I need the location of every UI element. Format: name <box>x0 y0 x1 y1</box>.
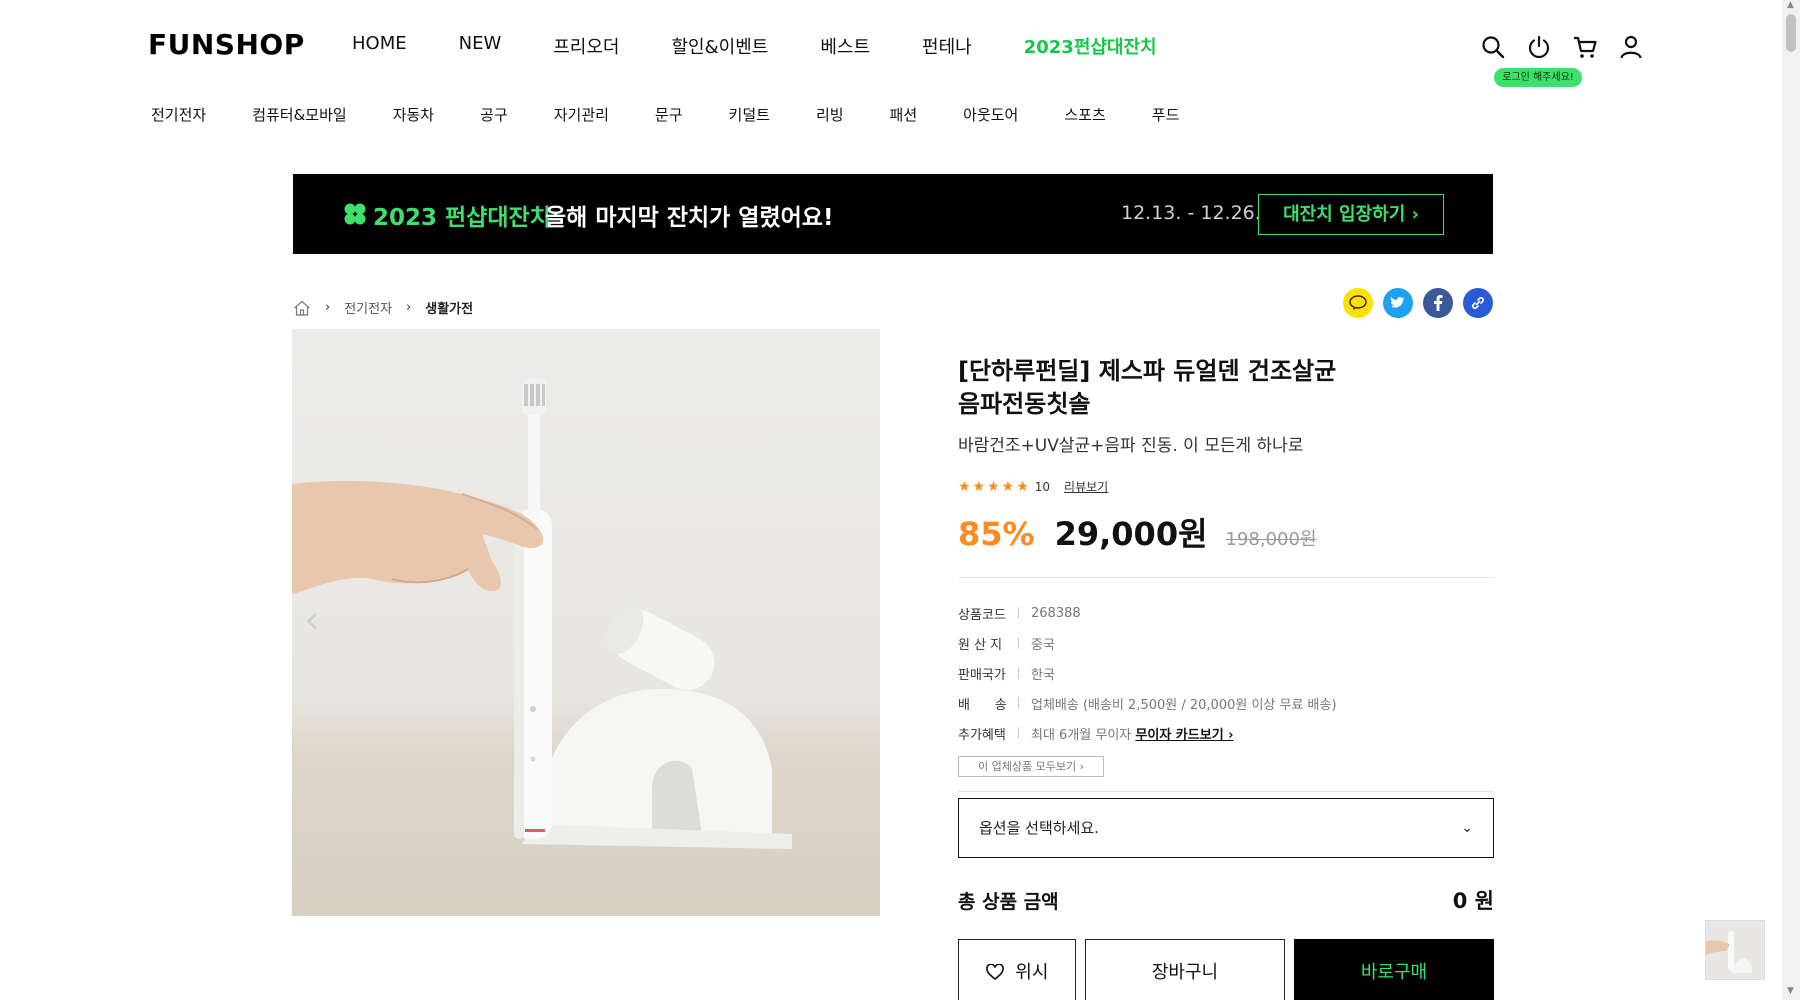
spec-row: 상품코드 268388 <box>958 598 1494 628</box>
breadcrumb-category[interactable]: 전기전자 <box>344 298 392 317</box>
spec-key: 추가혜택 <box>958 727 1006 743</box>
spec-value: 한국 <box>1031 667 1055 683</box>
power-icon[interactable] <box>1526 34 1552 60</box>
wish-label: 위시 <box>1015 962 1049 983</box>
product-subtitle: 바람건조+UV살균+음파 진동. 이 모든게 하나로 <box>958 436 1304 456</box>
category-fashion[interactable]: 패션 <box>890 104 918 125</box>
option-select[interactable]: 옵션을 선택하세요. ⌄ <box>958 798 1494 858</box>
spec-value: 중국 <box>1031 637 1055 653</box>
review-count: 10 <box>1034 479 1051 494</box>
purchase-buttons: 위시 장바구니 바로구매 <box>958 939 1494 1000</box>
discount-rate: 85% <box>958 515 1035 553</box>
breadcrumb-current[interactable]: 생활가전 <box>425 298 473 317</box>
product-title-line1: [단하루펀딜] 제스파 듀얼덴 건조살균 <box>958 357 1337 385</box>
nav-item-funtenna[interactable]: 펀테나 <box>922 33 972 59</box>
toothbrush-photo <box>292 379 792 849</box>
spec-key: 배 송 <box>958 697 1007 713</box>
heart-icon <box>985 963 1004 981</box>
festival-banner[interactable]: 2023 펀샵대잔치 올해 마지막 잔치가 열렸어요! 12.13. - 12.… <box>293 174 1493 254</box>
login-tooltip[interactable]: 로그인 해주세요! <box>1494 68 1582 87</box>
wish-button[interactable]: 위시 <box>958 939 1076 1000</box>
spec-value: 268388 <box>1031 605 1081 621</box>
share-buttons <box>1343 288 1493 318</box>
category-food[interactable]: 푸드 <box>1152 104 1180 125</box>
category-sports[interactable]: 스포츠 <box>1064 104 1105 125</box>
spec-key: 원 산 지 <box>958 637 1003 653</box>
chevron-right-icon: › <box>406 300 412 315</box>
option-placeholder: 옵션을 선택하세요. <box>979 819 1099 837</box>
total-label: 총 상품 금액 <box>958 890 1059 913</box>
twitter-icon[interactable] <box>1383 288 1413 318</box>
facebook-icon[interactable] <box>1423 288 1453 318</box>
nav-item-sale-event[interactable]: 할인&이벤트 <box>672 33 769 59</box>
nav-item-new[interactable]: NEW <box>459 33 502 59</box>
page-scrollbar[interactable]: ▲ ▼ <box>1782 0 1800 1000</box>
banner-enter-button[interactable]: 대잔치 입장하기 › <box>1258 194 1444 235</box>
category-living[interactable]: 리빙 <box>816 104 844 125</box>
home-icon[interactable] <box>293 300 311 316</box>
kakaotalk-icon[interactable] <box>1343 288 1373 318</box>
spec-value-text: 최대 6개월 무이자 <box>1031 727 1132 743</box>
search-icon[interactable] <box>1480 34 1506 60</box>
card-benefit-link[interactable]: 무이자 카드보기 › <box>1135 728 1233 743</box>
product-title: [단하루펀딜] 제스파 듀얼덴 건조살균 음파전동칫솔 <box>958 355 1494 421</box>
spec-key: 상품코드 <box>958 607 1006 623</box>
scroll-up-arrow[interactable]: ▲ <box>1787 0 1794 10</box>
banner-subtitle: 올해 마지막 잔치가 열렸어요! <box>545 205 834 231</box>
category-stationery[interactable]: 문구 <box>655 104 683 125</box>
spec-row: 추가혜택 최대 6개월 무이자 무이자 카드보기 › <box>958 718 1494 748</box>
category-car[interactable]: 자동차 <box>393 104 434 125</box>
price-row: 85% 29,000원 198,000원 <box>958 509 1494 555</box>
original-price: 198,000원 <box>1225 529 1317 550</box>
spec-row: 판매국가 한국 <box>958 658 1494 688</box>
nav-item-preorder[interactable]: 프리오더 <box>553 33 619 59</box>
breadcrumb: › 전기전자 › 생활가전 <box>293 298 473 317</box>
utility-icons <box>1480 34 1644 60</box>
funshop-logo[interactable]: FUNSHOP <box>148 28 305 61</box>
clover-icon <box>344 203 366 225</box>
scroll-down-arrow[interactable]: ▼ <box>1787 986 1794 996</box>
buy-now-button[interactable]: 바로구매 <box>1294 939 1494 1000</box>
spec-list: 상품코드 268388 원 산 지 중국 판매국가 한국 배 송 업체배송 (배… <box>958 598 1494 748</box>
product-title-line2: 음파전동칫솔 <box>958 390 1091 418</box>
recent-product-thumbnail[interactable] <box>1705 920 1765 980</box>
chevron-down-icon: ⌄ <box>1461 820 1473 836</box>
spec-value: 업체배송 (배송비 2,500원 / 20,000원 이상 무료 배송) <box>1031 697 1337 713</box>
spec-row: 원 산 지 중국 <box>958 628 1494 658</box>
seller-products-button[interactable]: 이 업체상품 모두보기 › <box>958 756 1104 777</box>
main-nav: HOME NEW 프리오더 할인&이벤트 베스트 펀테나 2023펀샵대잔치 <box>352 33 1209 59</box>
product-image[interactable]: ‹ <box>292 329 880 916</box>
link-icon[interactable] <box>1463 288 1493 318</box>
prev-image-arrow[interactable]: ‹ <box>304 597 320 643</box>
category-selfcare[interactable]: 자기관리 <box>554 104 609 125</box>
divider <box>958 791 1494 792</box>
nav-item-home[interactable]: HOME <box>352 33 407 59</box>
spec-value: 최대 6개월 무이자 무이자 카드보기 › <box>1031 724 1234 743</box>
review-link[interactable]: 리뷰보기 <box>1064 478 1108 495</box>
star-rating-icons: ★★★★★ <box>958 478 1031 495</box>
nav-item-festival[interactable]: 2023펀샵대잔치 <box>1024 33 1157 59</box>
scrollbar-thumb[interactable] <box>1786 14 1796 52</box>
spec-row: 배 송 업체배송 (배송비 2,500원 / 20,000원 이상 무료 배송) <box>958 688 1494 718</box>
cart-icon[interactable] <box>1572 34 1598 60</box>
total-value: 0 원 <box>1452 889 1494 913</box>
category-computer-mobile[interactable]: 컴퓨터&모바일 <box>252 104 347 125</box>
total-price-row: 총 상품 금액 0 원 <box>958 885 1494 915</box>
banner-date: 12.13. - 12.26. <box>1121 202 1261 224</box>
divider <box>958 577 1494 578</box>
category-electronics[interactable]: 전기전자 <box>151 104 206 125</box>
category-tools[interactable]: 공구 <box>480 104 508 125</box>
user-icon[interactable] <box>1618 34 1644 60</box>
category-kidult[interactable]: 키덜트 <box>729 104 770 125</box>
banner-title: 2023 펀샵대잔치 <box>373 205 551 231</box>
product-info: [단하루펀딜] 제스파 듀얼덴 건조살균 음파전동칫솔 바람건조+UV살균+음파… <box>958 355 1494 792</box>
category-outdoor[interactable]: 아웃도어 <box>963 104 1018 125</box>
category-nav: 전기전자 컴퓨터&모바일 자동차 공구 자기관리 문구 키덜트 리빙 패션 아웃… <box>151 104 1225 125</box>
nav-item-best[interactable]: 베스트 <box>820 33 870 59</box>
rating-row: ★★★★★ 10 리뷰보기 <box>958 478 1494 495</box>
chevron-right-icon: › <box>325 300 331 315</box>
sale-price: 29,000원 <box>1054 515 1208 553</box>
spec-key: 판매국가 <box>958 667 1006 683</box>
add-to-cart-button[interactable]: 장바구니 <box>1085 939 1285 1000</box>
